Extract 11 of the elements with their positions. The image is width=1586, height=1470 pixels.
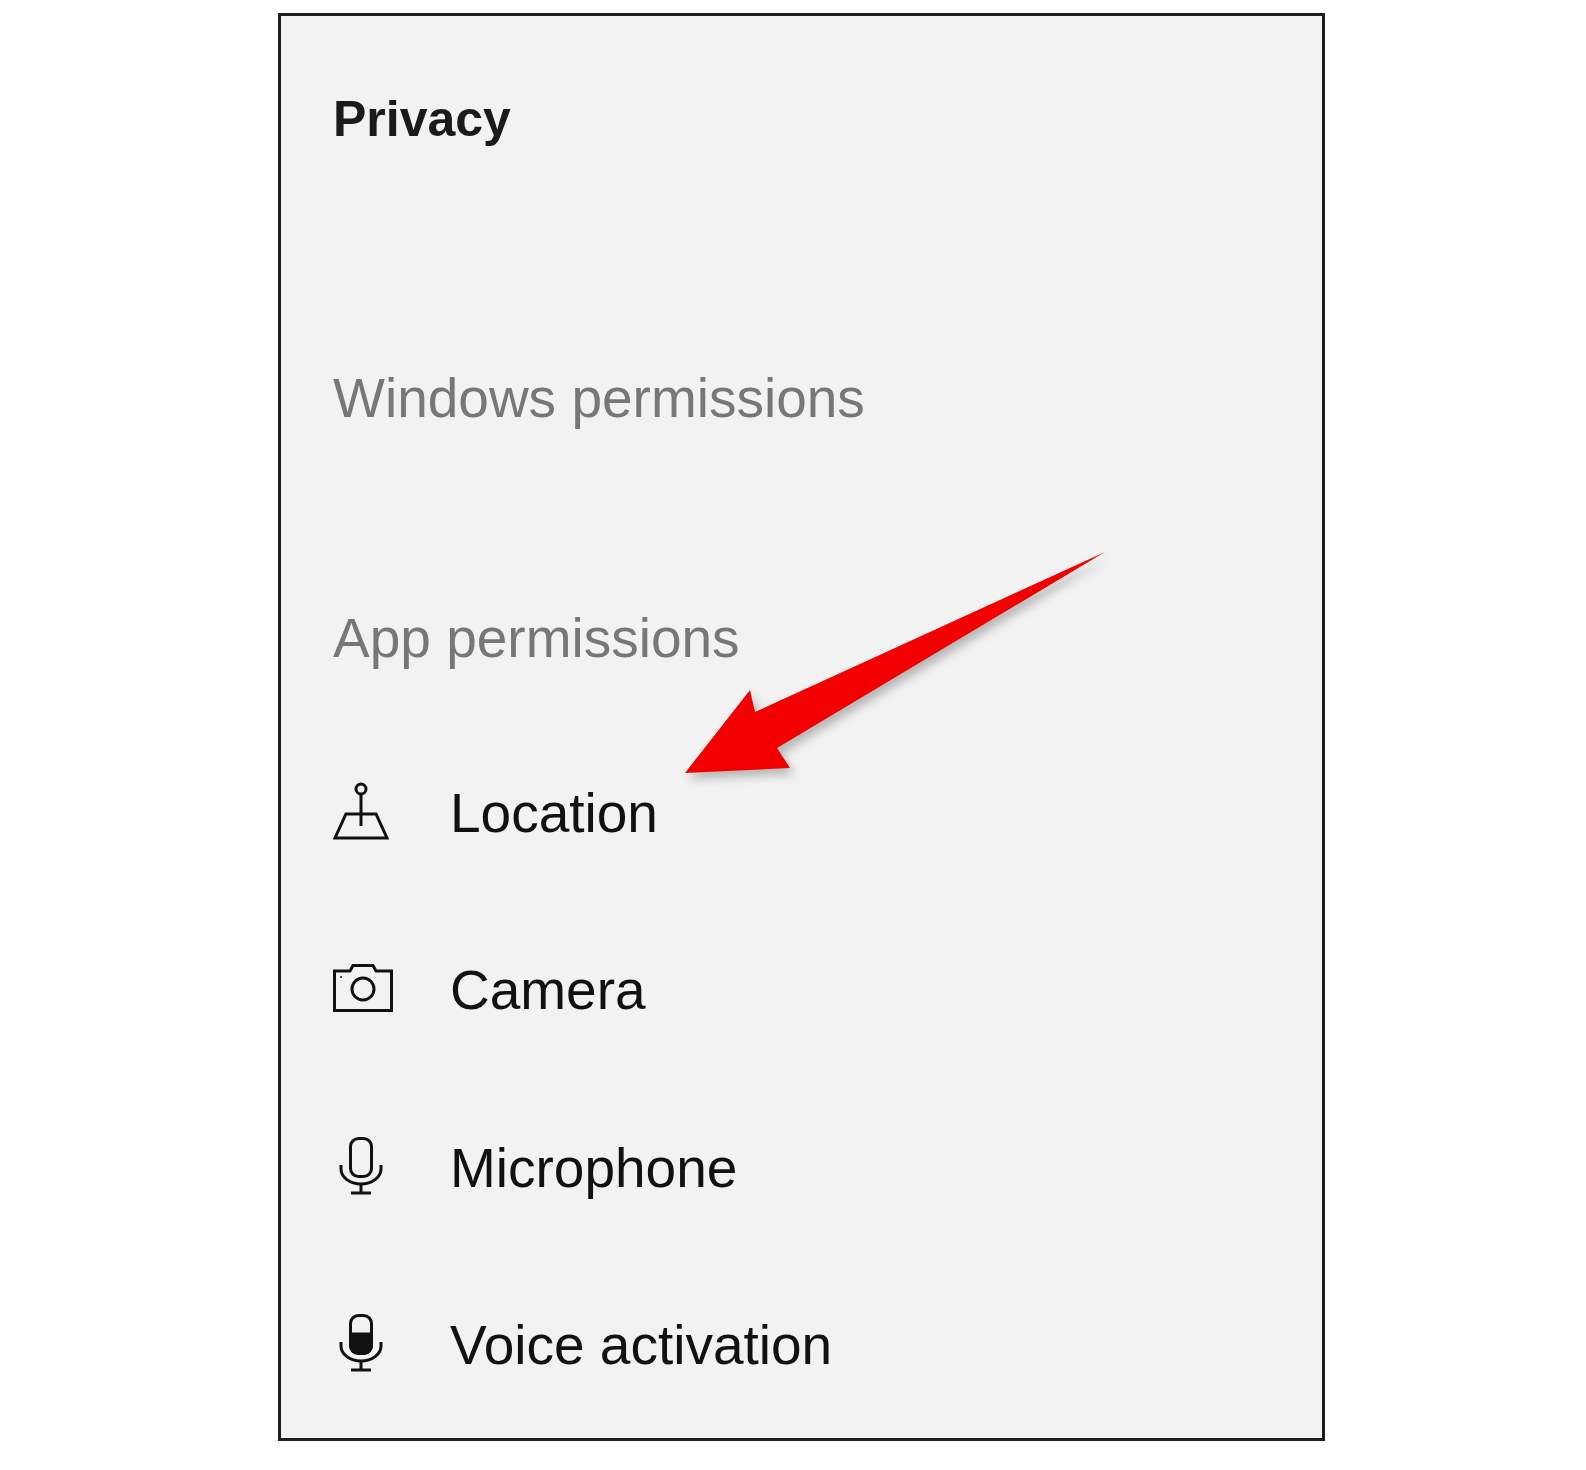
page-title: Privacy	[333, 91, 511, 149]
nav-item[interactable]: Location	[333, 782, 658, 845]
section-heading: App permissions	[333, 606, 740, 670]
nav-item[interactable]: Camera	[333, 959, 646, 1023]
section-heading: Windows permissions	[333, 366, 865, 430]
location-icon	[333, 781, 389, 840]
filled-microphone-icon	[339, 1314, 383, 1372]
nav-item[interactable]: Voice activation	[333, 1314, 833, 1378]
camera-icon	[333, 964, 393, 1012]
microphone-icon	[339, 1136, 383, 1195]
nav-item[interactable]: Microphone	[333, 1137, 738, 1200]
